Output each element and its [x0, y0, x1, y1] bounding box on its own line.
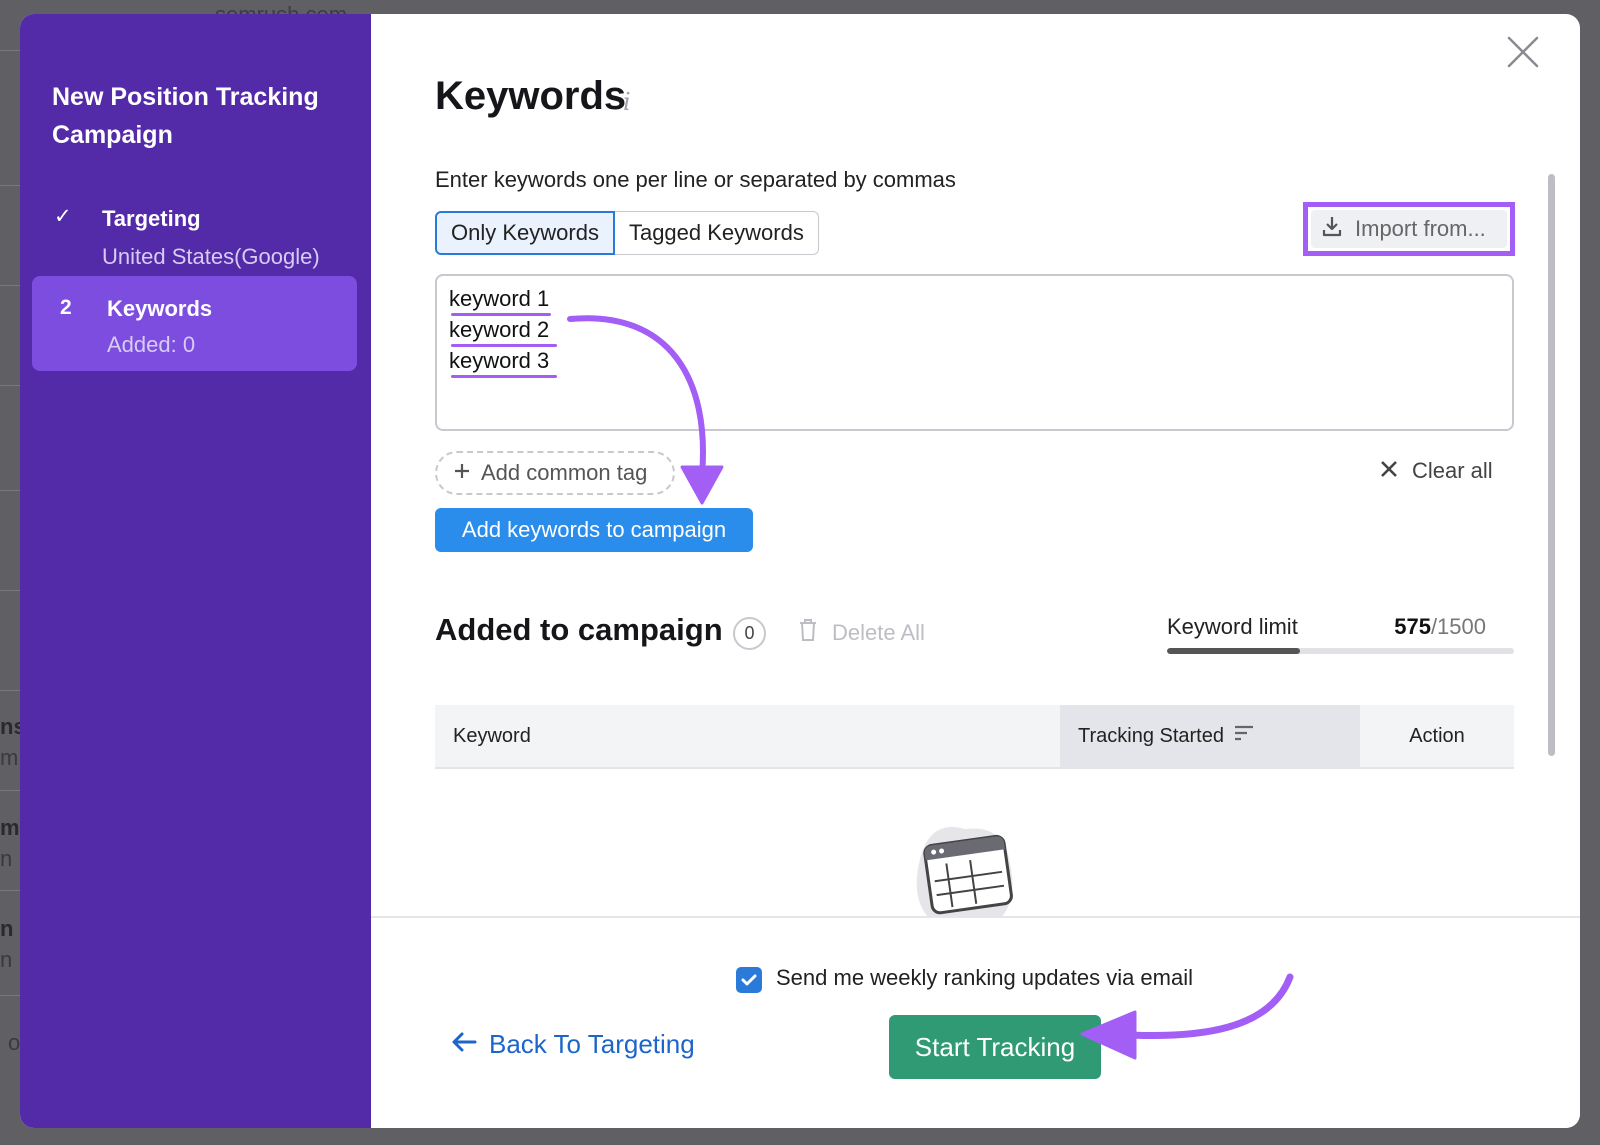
wizard-sidebar: New Position Tracking Campaign ✓ Targeti… — [20, 14, 371, 1128]
trash-icon — [798, 618, 818, 648]
step-number: 2 — [60, 296, 72, 319]
keyword-underline — [451, 344, 557, 347]
email-updates-checkbox[interactable] — [736, 967, 762, 993]
close-icon[interactable] — [1503, 32, 1543, 72]
check-icon: ✓ — [54, 205, 72, 228]
clear-all-label: Clear all — [1412, 458, 1493, 483]
close-icon — [1380, 458, 1398, 484]
modal-scrollbar[interactable] — [1548, 174, 1555, 756]
keyword-underline — [451, 313, 551, 316]
keyword-limit-label: Keyword limit — [1167, 614, 1298, 639]
keywords-textarea[interactable]: keyword 1 keyword 2 keyword 3 — [435, 274, 1514, 431]
background-text-fragment: o — [8, 1030, 21, 1055]
back-label: Back To Targeting — [489, 1029, 695, 1059]
keyword-line: keyword 2 — [449, 317, 550, 342]
arrow-left-icon — [451, 1029, 477, 1060]
tab-only-keywords[interactable]: Only Keywords — [435, 211, 615, 255]
campaign-modal: New Position Tracking Campaign ✓ Targeti… — [20, 14, 1580, 1128]
keyword-mode-tabs: Only Keywords Tagged Keywords — [435, 211, 819, 255]
step-name: Targeting — [102, 206, 201, 231]
background-divider — [0, 50, 20, 51]
background-divider — [0, 690, 20, 691]
keyword-line: keyword 3 — [449, 348, 550, 373]
add-common-tag-button[interactable]: Add common tag — [435, 451, 675, 495]
background-divider — [0, 285, 20, 286]
page-title: Keywords — [435, 74, 627, 118]
keyword-limit-value: 575/1500 — [1394, 614, 1486, 640]
start-tracking-button[interactable]: Start Tracking — [889, 1015, 1101, 1079]
import-button[interactable]: Import from... — [1311, 210, 1507, 248]
background-text-fragment: n — [0, 916, 14, 941]
modal-footer: Send me weekly ranking updates via email… — [371, 916, 1580, 1128]
keyword-limit-fill — [1167, 648, 1300, 654]
keyword-line: keyword 1 — [449, 286, 550, 311]
step-subtitle: United States(Google) — [102, 244, 320, 269]
background-text-fragment: n — [0, 846, 13, 871]
background-divider — [0, 385, 20, 386]
limit-total: /1500 — [1430, 614, 1486, 639]
added-count-badge: 0 — [733, 617, 766, 650]
empty-table-illustration — [890, 819, 1040, 929]
step-name: Keywords — [107, 296, 213, 321]
column-label: Tracking Started — [1078, 724, 1224, 747]
clear-all-button[interactable]: Clear all — [1380, 458, 1493, 484]
background-divider — [0, 890, 20, 891]
column-action: Action — [1409, 724, 1465, 747]
wizard-title: New Position Tracking Campaign — [52, 83, 319, 149]
background-text-fragment: n — [0, 947, 13, 972]
table-header: Keyword Tracking Started Action — [435, 705, 1514, 769]
background-text-fragment: m — [0, 745, 19, 770]
instructions-text: Enter keywords one per line or separated… — [435, 167, 956, 192]
keyword-underline — [451, 375, 557, 378]
background-text-fragment: m — [0, 815, 20, 840]
tab-tagged-keywords[interactable]: Tagged Keywords — [614, 211, 819, 255]
background-divider — [0, 790, 20, 791]
back-to-targeting-link[interactable]: Back To Targeting — [451, 1029, 695, 1060]
step-targeting[interactable]: ✓ Targeting United States(Google) — [32, 186, 357, 269]
background-divider — [0, 995, 20, 996]
delete-all-label: Delete All — [832, 620, 925, 645]
sort-icon — [1234, 724, 1254, 748]
delete-all-button[interactable]: Delete All — [798, 618, 925, 648]
limit-used: 575 — [1394, 614, 1431, 639]
background-divider — [0, 590, 20, 591]
column-tracking-started[interactable]: Tracking Started — [1060, 705, 1360, 767]
column-keyword: Keyword — [453, 724, 531, 747]
background-divider — [0, 490, 20, 491]
plus-icon — [453, 460, 471, 486]
step-subtitle: Added: 0 — [107, 332, 196, 357]
added-section-title: Added to campaign — [435, 612, 723, 647]
info-icon[interactable]: i — [623, 88, 631, 116]
import-label: Import from... — [1355, 216, 1486, 241]
background-divider — [0, 185, 20, 186]
keyword-limit-bar — [1167, 648, 1514, 654]
add-tag-label: Add common tag — [481, 460, 648, 485]
step-keywords[interactable]: 2 Keywords Added: 0 — [32, 276, 357, 371]
email-updates-label: Send me weekly ranking updates via email — [776, 965, 1194, 990]
download-icon — [1321, 215, 1343, 243]
add-keywords-button[interactable]: Add keywords to campaign — [435, 508, 753, 552]
